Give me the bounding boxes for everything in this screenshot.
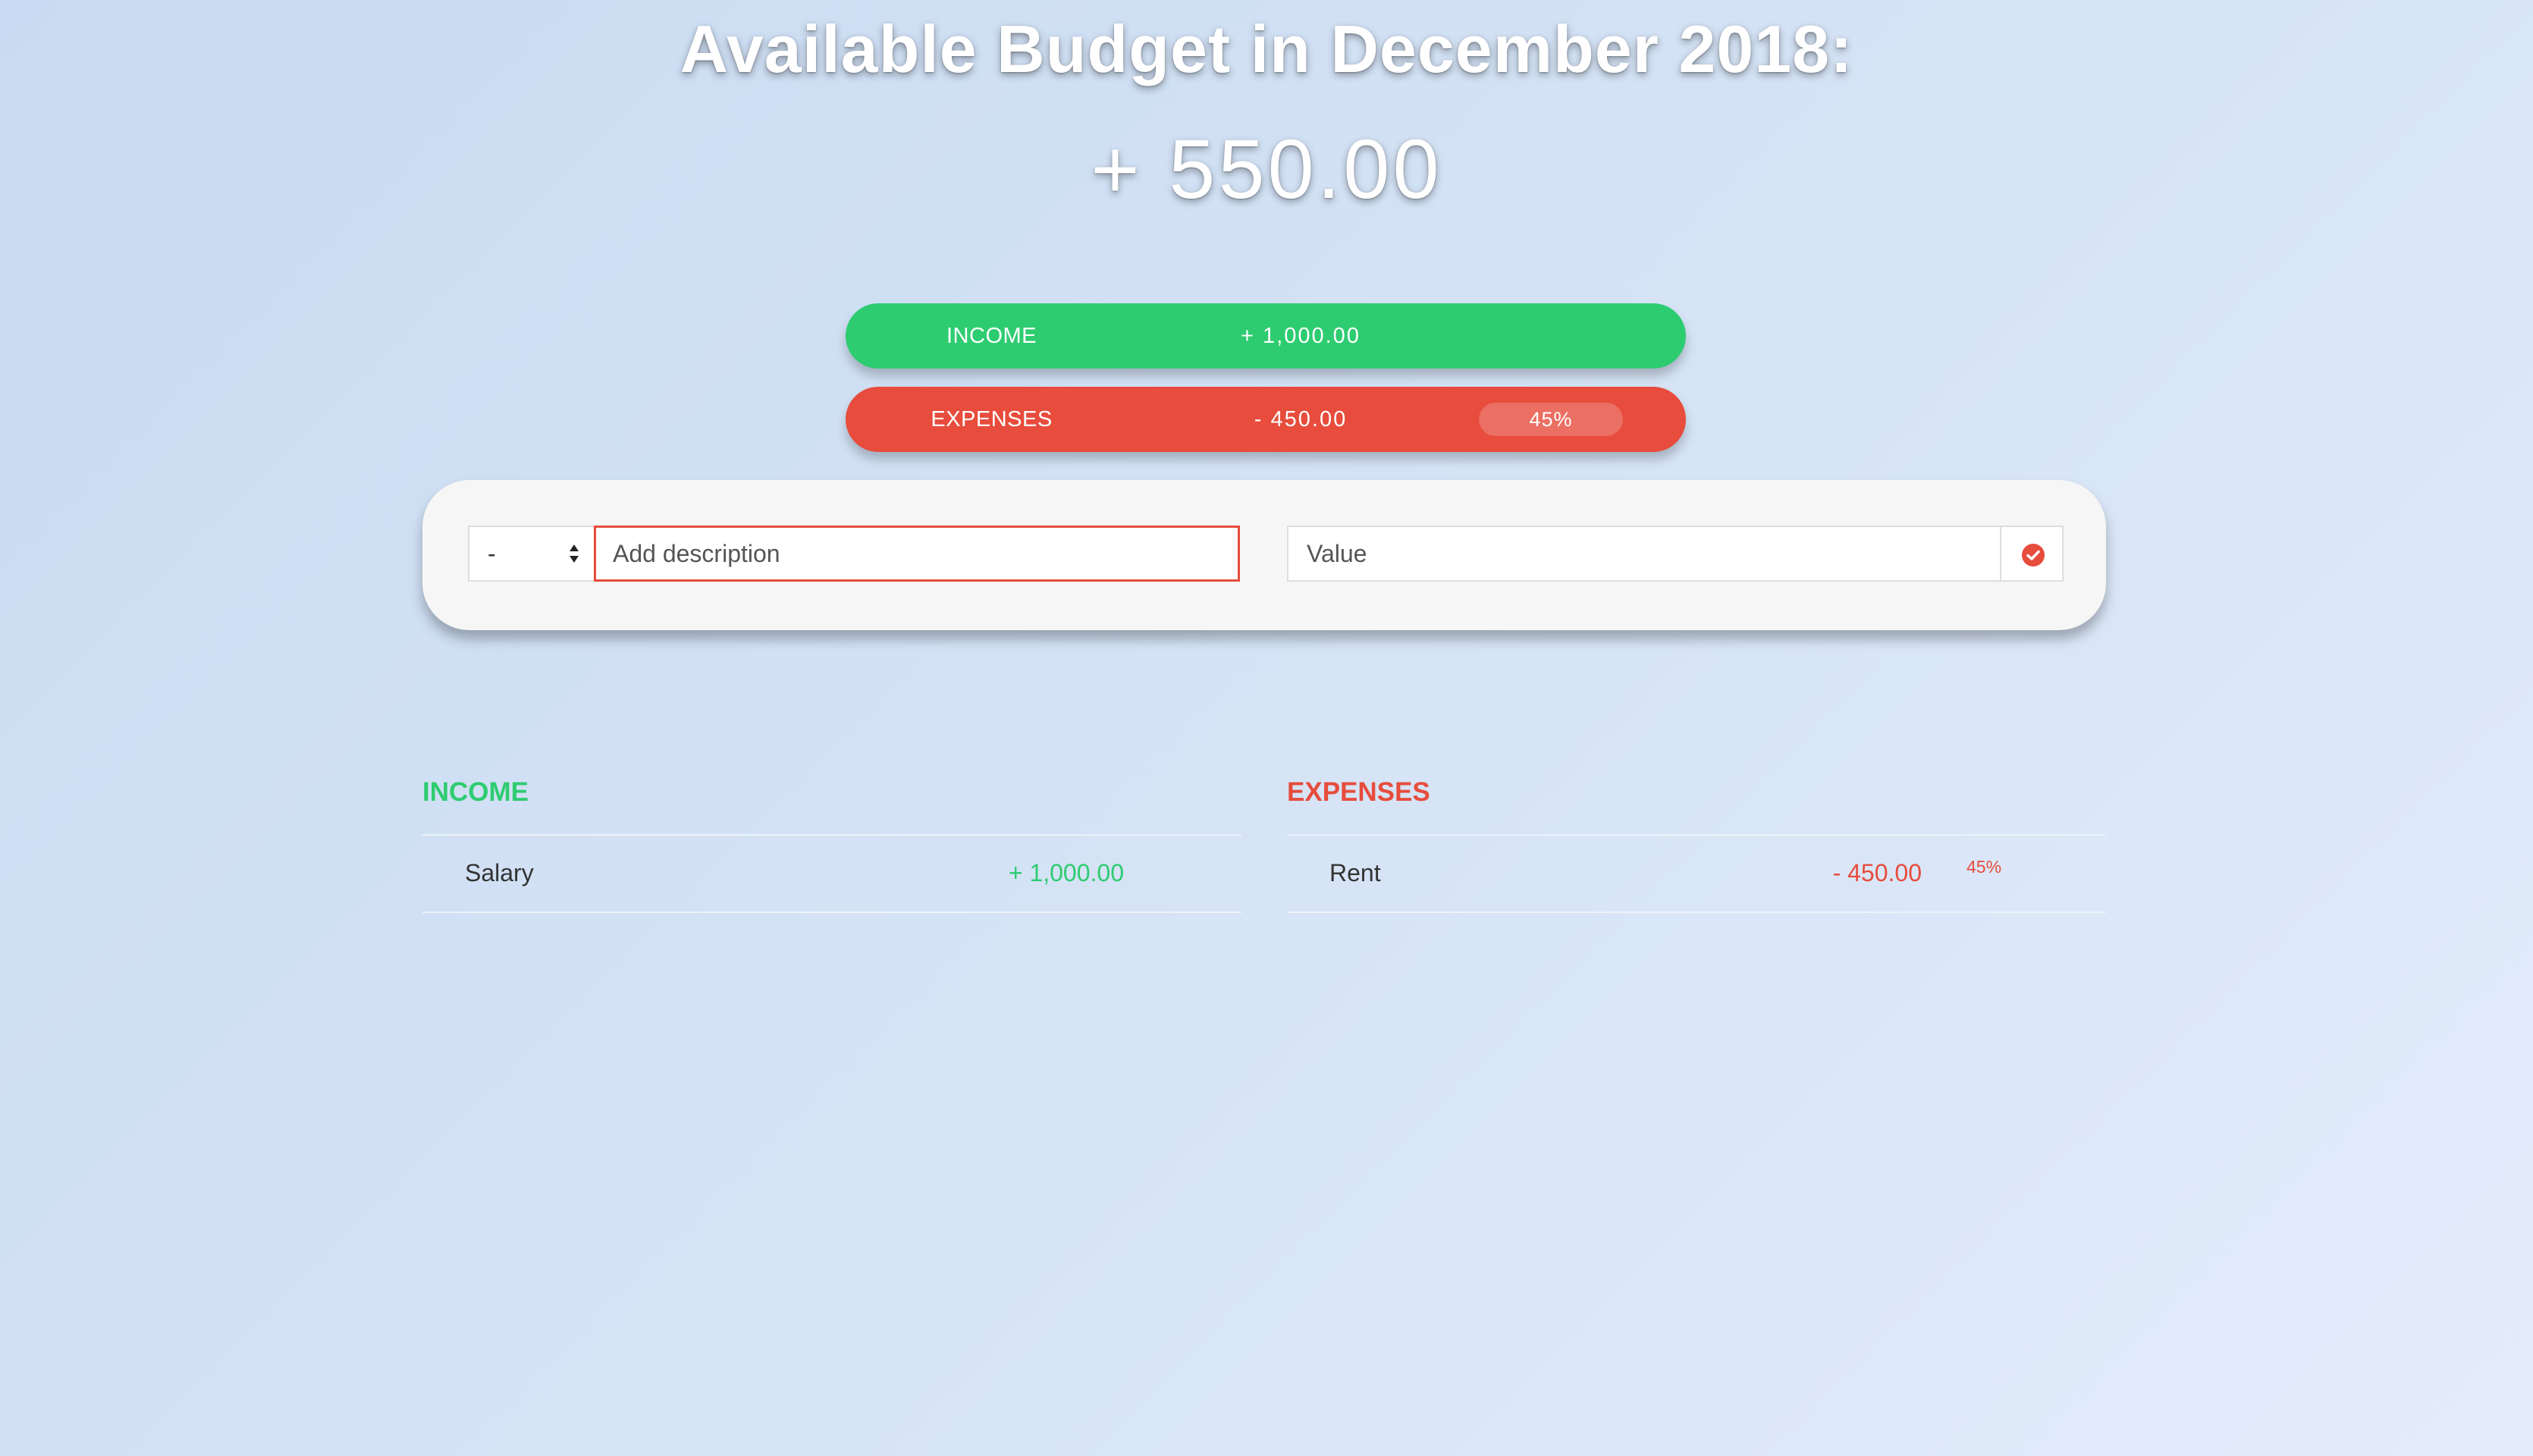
item-value: + 1,000.00 [1008, 859, 1124, 886]
expenses-list: EXPENSES Rent - 450.00 45% [1287, 774, 2106, 913]
income-list: INCOME Salary + 1,000.00 [422, 774, 1241, 913]
expenses-summary: EXPENSES - 450.00 45% [846, 387, 1686, 452]
sort-arrows-icon [568, 542, 580, 565]
add-item-panel: - [422, 480, 2106, 630]
expenses-percentage-badge: 45% [1479, 403, 1623, 436]
item-value: - 450.00 [1832, 859, 1922, 886]
description-input[interactable] [594, 526, 1240, 582]
expenses-summary-value: - 450.00 [1254, 407, 1348, 431]
type-select-value: - [488, 540, 496, 567]
check-circle-icon [2022, 544, 2045, 566]
item-description: Rent [1329, 859, 1381, 886]
item-description: Salary [465, 859, 534, 886]
list-item[interactable]: Salary + 1,000.00 [422, 836, 1241, 913]
type-select[interactable]: - [468, 526, 595, 582]
income-summary: INCOME + 1,000.00 [846, 303, 1686, 369]
expenses-summary-label: EXPENSES [931, 407, 1053, 431]
budget-value: + 550.00 [1091, 123, 1442, 216]
expenses-list-title: EXPENSES [1287, 774, 2106, 836]
list-item[interactable]: Rent - 450.00 45% [1287, 836, 2106, 913]
add-item-button[interactable] [2000, 526, 2064, 582]
income-summary-value: + 1,000.00 [1241, 324, 1361, 348]
item-percentage: 45% [1966, 857, 2002, 877]
budget-title: Available Budget in December 2018: [680, 11, 1853, 86]
income-summary-label: INCOME [946, 324, 1037, 348]
income-list-title: INCOME [422, 774, 1241, 836]
value-input[interactable] [1287, 526, 2001, 582]
